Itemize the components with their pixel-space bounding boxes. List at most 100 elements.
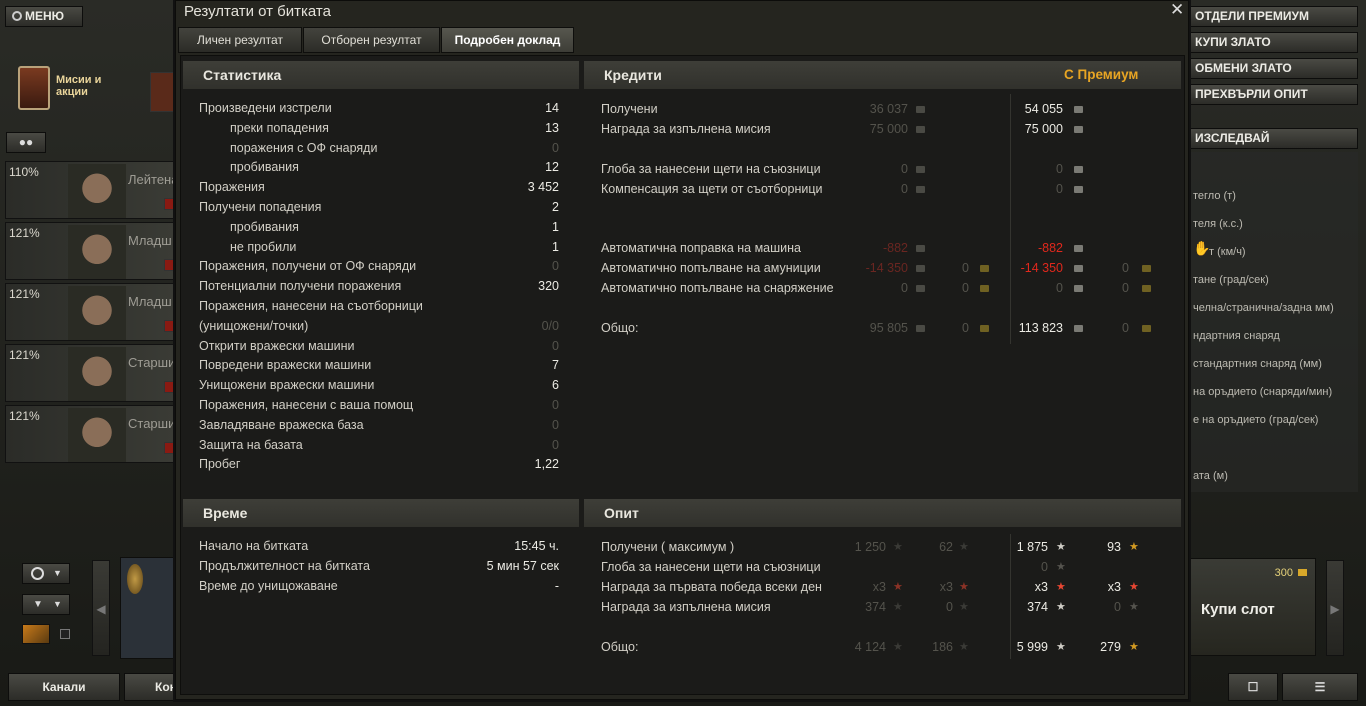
stat-row: Открити вражески машини 0 [199, 336, 559, 356]
stat-label: Потенциални получени поражения [199, 279, 402, 294]
exchange-gold-button[interactable]: ОБМЕНИ ЗЛАТО [1188, 58, 1358, 79]
time-label: Начало на битката [199, 539, 309, 553]
gold-premium: 0 [1122, 261, 1129, 275]
stat-value: 0/0 [541, 318, 559, 333]
contacts-button[interactable]: Кон [124, 673, 176, 701]
garage-background: МЕНЮ Мисии и акции ●● 110% Лейтена 121% … [0, 0, 1366, 706]
stat-value: 12 [545, 160, 559, 175]
stat-label: Унищожени вражески машини [199, 378, 375, 393]
xp-premium-free: 93 [1107, 540, 1121, 554]
crew-card[interactable]: 121% Младш [5, 283, 175, 341]
gold-icon [1142, 285, 1151, 292]
stat-label: пробивания [230, 219, 299, 234]
xp-premium: 5 999 [1016, 640, 1048, 654]
research-button[interactable]: ИЗСЛЕДВАЙ [1188, 128, 1358, 149]
credit-label: Автоматична поправка на машина [601, 241, 801, 255]
star-icon: ★ [1129, 541, 1139, 553]
crew-card[interactable]: 121% Старши [5, 344, 175, 402]
xp-row: Глоба за нанесени щети на съюзници 0 ★ [601, 557, 1161, 577]
credit-row: Глоба за нанесени щети на съюзници 0 0 [601, 159, 1161, 179]
filter-checkbox[interactable] [60, 629, 70, 639]
missions-secondary-icon[interactable] [150, 72, 175, 112]
star-icon: ★ [959, 541, 969, 553]
crew-portrait [68, 286, 126, 340]
param-shell: ндартния снаряд [1193, 330, 1280, 342]
star-icon: ★ [1056, 581, 1066, 593]
assign-premium-button[interactable]: ОТДЕЛИ ПРЕМИУМ [1188, 6, 1358, 27]
time-row: Време до унищожаване - [199, 576, 559, 596]
stat-label: Произведени изстрели [199, 101, 332, 115]
stat-label: Поражения, нанесени с ваша помощ [199, 398, 414, 412]
xp-row: Награда за изпълнена мисия 374 ★ 0 ★ 374 ★ 0 ★ [601, 597, 1161, 617]
channels-button[interactable]: Канали [8, 673, 120, 701]
convert-xp-button[interactable]: ПРЕХВЪРЛИ ОПИТ [1188, 84, 1358, 105]
crew-percent: 121% [9, 287, 40, 301]
missions-button[interactable]: Мисии и акции [14, 64, 102, 114]
stat-value: 2 [552, 200, 559, 214]
close-icon[interactable]: ✕ [1170, 1, 1184, 20]
notifications-button[interactable]: ☰ [1282, 673, 1358, 701]
star-icon: ★ [1056, 601, 1066, 613]
missions-label: Мисии и акции [56, 74, 102, 98]
crew-card[interactable]: 121% Младш [5, 222, 175, 280]
crew-rank-icon [164, 320, 174, 332]
time-value: 5 мин 57 сек [486, 559, 559, 573]
credit-row: Автоматично попълване на амуниции -14 350… [601, 258, 1161, 278]
tab-personal-result[interactable]: Личен резултат [178, 27, 302, 53]
credit-row: Награда за изпълнена мисия 75 000 75 000 [601, 119, 1161, 139]
credit-icon [916, 106, 925, 113]
stat-value: 1 [552, 219, 559, 234]
crew-rank-icon [164, 198, 174, 210]
stat-row: Поражения, получени от ОФ снаряди 0 [199, 256, 559, 276]
type-filter[interactable]: ▼ ▼ [22, 594, 70, 615]
menu-button[interactable]: МЕНЮ [5, 6, 83, 27]
tab-team-result[interactable]: Отборен резултат [303, 27, 440, 53]
crew-portrait [68, 225, 126, 279]
carousel-right-arrow[interactable]: ▶ [1326, 560, 1344, 656]
stat-row: Пробег 1,22 [199, 454, 559, 474]
param-speed: т (км/ч) [1209, 246, 1246, 258]
crew-name: Лейтена [128, 172, 175, 187]
chat-button[interactable]: ☐ [1228, 673, 1278, 701]
xp-base: x3 [872, 580, 886, 594]
star-icon: ★ [893, 601, 903, 613]
xp-label: Награда за изпълнена мисия [601, 600, 771, 614]
gold-premium: 0 [1122, 321, 1129, 335]
credit-icon [1074, 325, 1083, 332]
star-icon: ★ [1056, 641, 1066, 653]
buy-slot-card[interactable]: 300 Купи слот [1190, 558, 1316, 656]
xp-premium-free: 279 [1100, 640, 1121, 654]
crew-percent: 121% [9, 348, 40, 362]
star-icon: ★ [959, 581, 969, 593]
premium-filter-icon[interactable] [22, 624, 50, 644]
credit-icon [1074, 126, 1083, 133]
time-row: Начало на битката 15:45 ч. [199, 536, 559, 556]
stat-row: Произведени изстрели 14 [199, 98, 559, 118]
stat-value: 0 [552, 259, 559, 274]
param-penetration: стандартния снаряд (мм) [1193, 358, 1322, 370]
vehicle-carousel-slot[interactable] [120, 557, 176, 659]
credit-base: -14 350 [865, 261, 908, 275]
stat-value: 0 [552, 338, 559, 353]
buy-gold-button[interactable]: КУПИ ЗЛАТО [1188, 32, 1358, 53]
statistics-header: Статистика [183, 61, 579, 89]
nation-filter[interactable]: ▼ [22, 563, 70, 584]
stat-label: поражения с ОФ снаряди [230, 140, 378, 155]
credit-premium: 54 055 [1024, 102, 1063, 116]
stat-label: Поражения [199, 180, 265, 195]
xp-free: 186 [932, 640, 953, 654]
crew-rank-icon [164, 442, 174, 454]
crew-card[interactable]: 110% Лейтена [5, 161, 175, 219]
statistics-title: Статистика [203, 67, 282, 83]
time-label: Продължителност на битката [199, 559, 370, 573]
crew-card[interactable]: 121% Старши [5, 405, 175, 463]
tab-detailed-report[interactable]: Подробен доклад [441, 27, 574, 53]
credits-title: Кредити [604, 67, 662, 83]
crew-group-button[interactable]: ●● [6, 132, 46, 153]
stat-row: преки попадения 13 [199, 118, 559, 138]
carousel-left-arrow[interactable]: ◀ [92, 560, 110, 656]
chevron-down-icon: ▼ [53, 568, 62, 578]
slot-price: 300 [1274, 567, 1293, 579]
time-value: 15:45 ч. [514, 539, 559, 553]
time-header: Време [183, 499, 579, 527]
